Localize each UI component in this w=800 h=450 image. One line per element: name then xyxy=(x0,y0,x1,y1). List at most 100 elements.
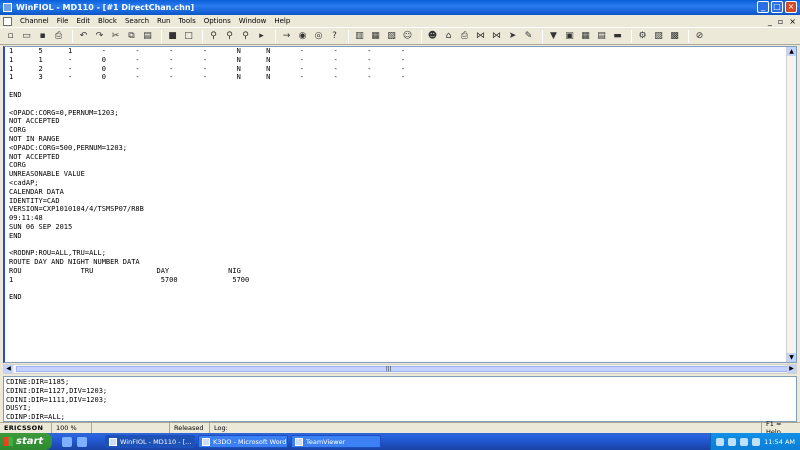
menu-tools[interactable]: Tools xyxy=(174,17,199,25)
print-icon[interactable]: ⎙ xyxy=(52,30,65,43)
document-icon[interactable] xyxy=(3,16,12,26)
undo-icon[interactable]: ↶ xyxy=(77,30,90,43)
task-teamviewer-label: TeamViewer xyxy=(306,437,346,446)
settings-icon[interactable]: ⚙ xyxy=(636,30,649,43)
find-next-icon[interactable]: ⚲ xyxy=(223,30,236,43)
copy-icon[interactable]: ⧉ xyxy=(125,30,138,43)
network-alt-icon[interactable]: ⋈ xyxy=(490,30,503,43)
channel-gray-icon[interactable]: □ xyxy=(182,30,195,43)
task-word[interactable]: K3DO - Microsoft Word xyxy=(198,435,288,448)
tray-volume-icon[interactable] xyxy=(728,437,737,446)
grid-icon[interactable]: ▩ xyxy=(668,30,681,43)
start-button[interactable]: start xyxy=(0,433,52,450)
disabled-icon[interactable]: ⊘ xyxy=(693,30,706,43)
channel-blue-icon[interactable]: ■ xyxy=(166,30,179,43)
windows-logo-icon xyxy=(4,437,13,446)
find-icon[interactable]: ⚲ xyxy=(207,30,220,43)
menu-channel[interactable]: Channel xyxy=(16,17,53,25)
taskbar: start WinFIOL - MD110 - [... K3DO - Micr… xyxy=(0,433,800,450)
user-icon[interactable]: ☺ xyxy=(401,30,414,43)
menu-file[interactable]: File xyxy=(53,17,73,25)
menu-block[interactable]: Block xyxy=(94,17,121,25)
media-icon[interactable] xyxy=(77,436,87,447)
open-folder-icon[interactable]: ▭ xyxy=(20,30,33,43)
tray-security-icon[interactable] xyxy=(740,437,749,446)
scroll-left-icon[interactable]: ◀ xyxy=(4,365,13,373)
ie-icon[interactable] xyxy=(62,436,72,447)
window-controls: _ □ × xyxy=(757,1,797,13)
minimize-button[interactable]: _ xyxy=(757,1,769,13)
chart-icon[interactable]: ▨ xyxy=(652,30,665,43)
task-winfiol-label: WinFIOL - MD110 - [... xyxy=(120,437,192,446)
scroll-grip-icon: ||| xyxy=(386,366,392,372)
print-alt-icon[interactable]: ⎙ xyxy=(458,30,471,43)
run-icon[interactable]: ▸ xyxy=(255,30,268,43)
edit-icon[interactable]: ✎ xyxy=(522,30,535,43)
toolbar-separator xyxy=(275,29,276,43)
table-icon[interactable]: ▦ xyxy=(579,30,592,43)
export-icon[interactable]: ▣ xyxy=(563,30,576,43)
menu-options[interactable]: Options xyxy=(200,17,235,25)
save-icon[interactable]: ▪ xyxy=(36,30,49,43)
menu-help[interactable]: Help xyxy=(270,17,294,25)
filter-icon[interactable]: ▼ xyxy=(547,30,560,43)
status-empty xyxy=(92,423,170,433)
task-winfiol[interactable]: WinFIOL - MD110 - [... xyxy=(105,435,195,448)
toolbar-separator xyxy=(631,29,632,43)
maximize-button[interactable]: □ xyxy=(771,1,783,13)
command-input-pane[interactable]: CDINE:DIR=1185; CDINI:DIR=1127,DIV=1203;… xyxy=(3,376,797,422)
command-text: CDINE:DIR=1185; CDINI:DIR=1127,DIV=1203;… xyxy=(6,378,108,422)
menu-bar: Channel File Edit Block Search Run Tools… xyxy=(0,15,800,27)
toolbar-separator xyxy=(161,29,162,43)
toolbar-separator xyxy=(421,29,422,43)
redo-icon[interactable]: ↷ xyxy=(93,30,106,43)
winfiol-icon xyxy=(109,437,117,446)
menu-search[interactable]: Search xyxy=(121,17,153,25)
app-icon[interactable] xyxy=(3,3,12,12)
zoom-level: 100 % xyxy=(52,423,92,433)
scroll-up-icon[interactable]: ▲ xyxy=(787,47,796,56)
cut-icon[interactable]: ✂ xyxy=(109,30,122,43)
window-icon[interactable]: ▦ xyxy=(369,30,382,43)
send-icon[interactable]: ➤ xyxy=(506,30,519,43)
vertical-scrollbar[interactable]: ▲ ▼ xyxy=(786,47,796,362)
clock[interactable]: 11:54 AM xyxy=(764,438,795,446)
arrow-right-icon[interactable]: → xyxy=(280,30,293,43)
output-editor[interactable]: 1 5 1 - - - - N N - - - - 1 1 - 0 - - - … xyxy=(3,46,797,363)
new-document-icon[interactable]: ▫ xyxy=(4,30,17,43)
network-icon[interactable]: ⋈ xyxy=(474,30,487,43)
mdi-close-button[interactable]: × xyxy=(789,17,796,26)
user-alt-icon[interactable]: ☻ xyxy=(426,30,439,43)
close-button[interactable]: × xyxy=(785,1,797,13)
menu-edit[interactable]: Edit xyxy=(72,17,94,25)
tray-update-icon[interactable] xyxy=(752,437,761,446)
tile-icon[interactable]: ▧ xyxy=(385,30,398,43)
mdi-minimize-button[interactable]: _ xyxy=(768,17,772,26)
status-help: F1 = Help xyxy=(766,420,782,436)
connect-icon[interactable]: ◉ xyxy=(296,30,309,43)
scroll-thumb[interactable] xyxy=(16,366,796,372)
replace-icon[interactable]: ⚲ xyxy=(239,30,252,43)
ruler-icon[interactable]: ▬ xyxy=(611,30,624,43)
disconnect-icon[interactable]: ◎ xyxy=(312,30,325,43)
menu-run[interactable]: Run xyxy=(153,17,174,25)
scroll-right-icon[interactable]: ▶ xyxy=(787,365,796,373)
tray-network-icon[interactable] xyxy=(716,437,725,446)
word-icon xyxy=(202,437,210,446)
status-log: Log: xyxy=(210,423,762,433)
scroll-down-icon[interactable]: ▼ xyxy=(787,353,796,362)
status-released: Released xyxy=(170,423,210,433)
toolbar-separator xyxy=(202,29,203,43)
task-teamviewer[interactable]: TeamViewer xyxy=(291,435,381,448)
horizontal-scrollbar[interactable]: ◀ ||| ▶ xyxy=(3,364,797,374)
book-icon[interactable]: ▤ xyxy=(595,30,608,43)
help-icon[interactable]: ? xyxy=(328,30,341,43)
paste-icon[interactable]: ▤ xyxy=(141,30,154,43)
mdi-restore-button[interactable]: ▫ xyxy=(778,17,783,26)
title-bar: WinFIOL - MD110 - [#1 DirectChan.chn] _ … xyxy=(0,0,800,15)
toolbar-separator xyxy=(348,29,349,43)
lock-icon[interactable]: ⌂ xyxy=(442,30,455,43)
split-icon[interactable]: ▥ xyxy=(353,30,366,43)
menu-window[interactable]: Window xyxy=(235,17,271,25)
toolbar-separator xyxy=(72,29,73,43)
